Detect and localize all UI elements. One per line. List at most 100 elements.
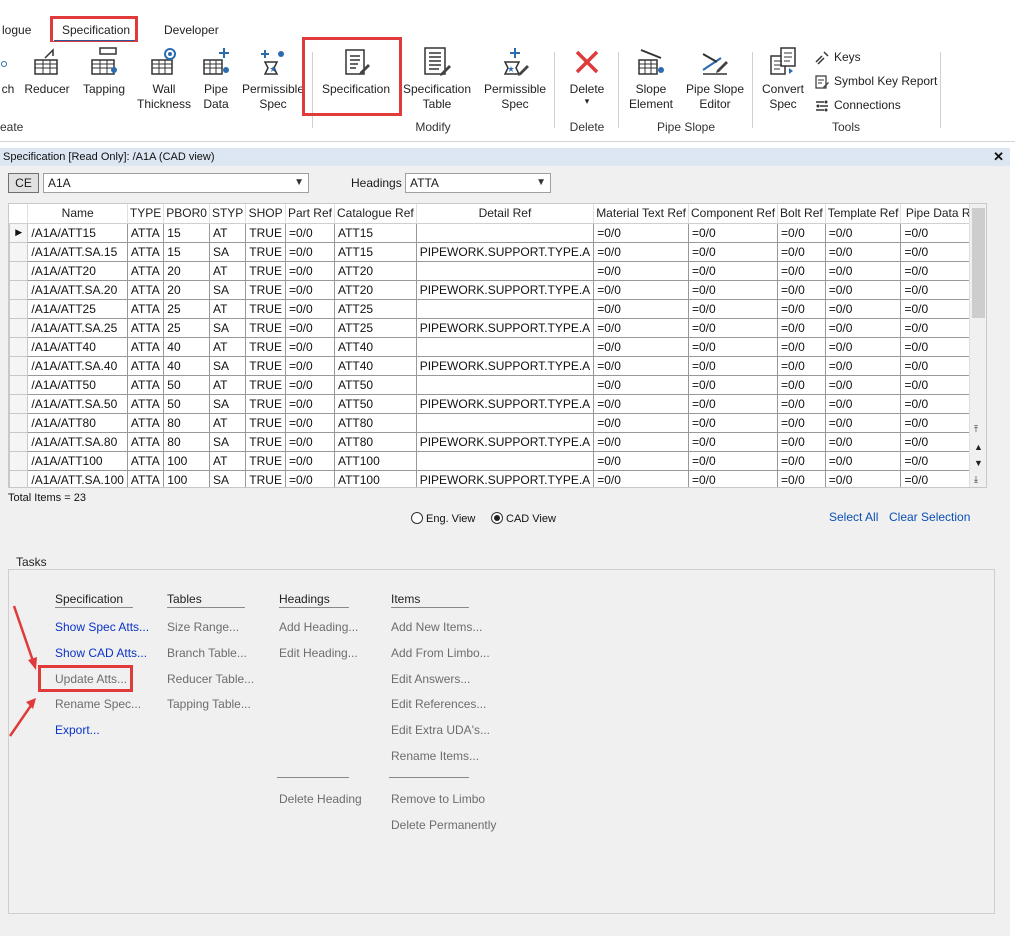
table-cell[interactable] <box>415 260 595 281</box>
table-cell[interactable]: =0/0 <box>824 450 902 471</box>
column-header-material-text-ref[interactable]: Material Text Ref <box>593 204 689 224</box>
table-cell[interactable]: TRUE <box>245 222 286 243</box>
table-row[interactable]: /A1A/ATT20 ATTA 20 AT TRUE =0/0 ATT20 =0/0 =0/0 =… <box>9 260 986 281</box>
table-cell[interactable]: ATTA <box>126 374 165 395</box>
branch-table-link[interactable]: Branch Table... <box>167 646 247 660</box>
specification-table-button[interactable]: Specification Table <box>398 46 476 112</box>
add-new-items-link[interactable]: Add New Items... <box>391 620 482 634</box>
table-cell[interactable]: ATTA <box>126 241 165 262</box>
scrollbar-thumb[interactable] <box>972 208 985 318</box>
column-header-detail-ref[interactable]: Detail Ref <box>416 204 595 224</box>
table-cell[interactable]: AT <box>208 412 247 433</box>
table-cell[interactable]: AT <box>208 336 247 357</box>
table-cell[interactable]: =0/0 <box>687 336 779 357</box>
rename-items-link[interactable]: Rename Items... <box>391 749 479 763</box>
table-cell[interactable]: ATT100 <box>333 450 417 471</box>
table-cell[interactable]: =0/0 <box>824 317 902 338</box>
table-cell[interactable]: 80 <box>163 412 210 433</box>
table-cell[interactable]: =0/0 <box>593 317 689 338</box>
table-cell[interactable]: =0/0 <box>687 260 779 281</box>
table-cell[interactable]: 50 <box>163 393 210 414</box>
table-cell[interactable]: TRUE <box>245 241 286 262</box>
table-cell[interactable]: =0/0 <box>687 279 779 300</box>
table-cell[interactable]: PIPEWORK.SUPPORT.TYPE.A <box>415 317 595 338</box>
table-cell[interactable]: ATTA <box>126 412 165 433</box>
table-cell[interactable]: =0/0 <box>777 279 826 300</box>
column-header-shop[interactable]: SHOP <box>245 204 286 224</box>
row-header[interactable]: ▶ <box>9 222 29 243</box>
table-cell[interactable]: =0/0 <box>687 298 779 319</box>
table-cell[interactable] <box>415 298 595 319</box>
table-cell[interactable]: /A1A/ATT40 <box>27 336 128 357</box>
table-cell[interactable]: /A1A/ATT25 <box>27 298 128 319</box>
table-cell[interactable]: ATT25 <box>333 317 417 338</box>
table-cell[interactable]: /A1A/ATT.SA.25 <box>27 317 128 338</box>
update-atts-link[interactable]: Update Atts... <box>55 672 127 686</box>
table-cell[interactable]: /A1A/ATT20 <box>27 260 128 281</box>
table-cell[interactable]: AT <box>208 222 247 243</box>
table-cell[interactable]: =0/0 <box>284 412 335 433</box>
table-row[interactable]: /A1A/ATT80 ATTA 80 AT TRUE =0/0 ATT80 =0/0 =0/0 =… <box>9 412 986 433</box>
table-cell[interactable]: =0/0 <box>824 355 902 376</box>
table-cell[interactable]: =0/0 <box>824 298 902 319</box>
table-cell[interactable]: =0/0 <box>824 336 902 357</box>
table-cell[interactable]: =0/0 <box>777 260 826 281</box>
table-cell[interactable]: AT <box>208 298 247 319</box>
remove-to-limbo-link[interactable]: Remove to Limbo <box>391 792 485 806</box>
table-cell[interactable]: =0/0 <box>593 355 689 376</box>
table-cell[interactable]: =0/0 <box>284 241 335 262</box>
table-cell[interactable]: SA <box>208 241 247 262</box>
table-cell[interactable]: SA <box>208 317 247 338</box>
table-cell[interactable]: ATTA <box>126 298 165 319</box>
table-cell[interactable]: =0/0 <box>824 412 902 433</box>
table-cell[interactable]: =0/0 <box>687 431 779 452</box>
table-cell[interactable]: =0/0 <box>687 469 779 487</box>
table-cell[interactable]: 100 <box>163 469 210 487</box>
row-header[interactable] <box>9 317 29 338</box>
table-cell[interactable]: =0/0 <box>824 431 902 452</box>
export-link[interactable]: Export... <box>55 723 100 737</box>
table-cell[interactable]: =0/0 <box>687 241 779 262</box>
table-cell[interactable]: TRUE <box>245 469 286 487</box>
eng-view-radio[interactable]: Eng. View <box>411 512 475 525</box>
table-cell[interactable]: =0/0 <box>777 336 826 357</box>
vertical-scrollbar[interactable]: ⤒ ▲ ▼ ⤓ <box>969 204 986 487</box>
row-header[interactable] <box>9 393 29 414</box>
table-cell[interactable]: ATT20 <box>333 279 417 300</box>
table-cell[interactable]: PIPEWORK.SUPPORT.TYPE.A <box>415 393 595 414</box>
table-cell[interactable]: =0/0 <box>687 412 779 433</box>
table-cell[interactable]: =0/0 <box>593 412 689 433</box>
cad-view-radio[interactable]: CAD View <box>491 512 556 525</box>
table-cell[interactable]: ATT50 <box>333 393 417 414</box>
table-cell[interactable]: /A1A/ATT80 <box>27 412 128 433</box>
scroll-up-icon[interactable]: ▲ <box>974 442 983 452</box>
table-cell[interactable]: ATT80 <box>333 431 417 452</box>
table-cell[interactable]: PIPEWORK.SUPPORT.TYPE.A <box>415 431 595 452</box>
table-cell[interactable]: ATT20 <box>333 260 417 281</box>
table-cell[interactable]: 25 <box>163 317 210 338</box>
rename-spec-link[interactable]: Rename Spec... <box>55 697 141 711</box>
table-cell[interactable]: =0/0 <box>284 336 335 357</box>
table-cell[interactable]: SA <box>208 279 247 300</box>
convert-spec-button[interactable]: Convert Spec <box>758 46 808 112</box>
table-cell[interactable]: TRUE <box>245 336 286 357</box>
table-cell[interactable]: =0/0 <box>284 374 335 395</box>
table-cell[interactable]: ATT25 <box>333 298 417 319</box>
edit-references-link[interactable]: Edit References... <box>391 697 486 711</box>
table-row[interactable]: /A1A/ATT.SA.80 ATTA 80 SA TRUE =0/0 ATT80 PIPEW… <box>9 431 986 452</box>
edit-heading-link[interactable]: Edit Heading... <box>279 646 358 660</box>
table-cell[interactable]: PIPEWORK.SUPPORT.TYPE.A <box>415 355 595 376</box>
table-cell[interactable]: 100 <box>163 450 210 471</box>
table-cell[interactable]: /A1A/ATT100 <box>27 450 128 471</box>
table-cell[interactable]: =0/0 <box>593 336 689 357</box>
table-cell[interactable]: TRUE <box>245 355 286 376</box>
table-cell[interactable]: =0/0 <box>284 469 335 487</box>
table-cell[interactable]: =0/0 <box>284 431 335 452</box>
table-cell[interactable]: TRUE <box>245 279 286 300</box>
table-row[interactable]: /A1A/ATT.SA.20 ATTA 20 SA TRUE =0/0 ATT20 PIPEW… <box>9 279 986 300</box>
table-cell[interactable]: =0/0 <box>284 298 335 319</box>
edit-extra-udas-link[interactable]: Edit Extra UDA's... <box>391 723 490 737</box>
spec-select[interactable]: A1A ▼ <box>43 173 309 193</box>
table-cell[interactable]: ATTA <box>126 393 165 414</box>
row-header[interactable] <box>9 279 29 300</box>
